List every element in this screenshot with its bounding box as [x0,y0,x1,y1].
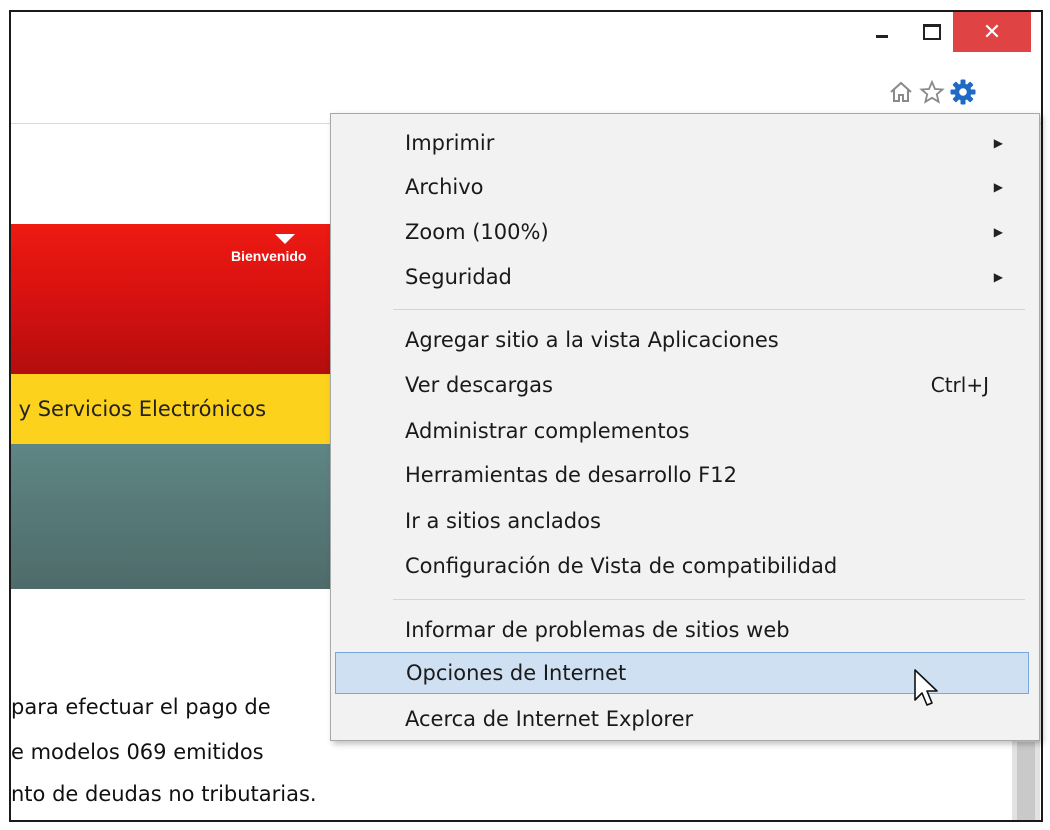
scrollbar-thumb[interactable] [1017,742,1035,820]
menu-item-label: Informar de problemas de sitios web [405,618,790,642]
hero-block [11,444,341,589]
menu-item-label: Acerca de Internet Explorer [405,707,694,731]
menu-separator [393,599,1025,600]
minimize-icon [876,34,888,38]
menu-item-label: Opciones de Internet [406,661,627,685]
close-icon: ✕ [982,19,1002,45]
menu-item-label: Agregar sitio a la vista Aplicaciones [405,328,779,352]
submenu-arrow-icon: ▶ [993,180,1003,194]
site-nav-bar[interactable]: s y Servicios Electrónicos [11,374,341,444]
favorites-star-icon[interactable] [918,78,946,106]
body-line-1: para efectuar el pago de [11,695,271,719]
menu-item-label: Seguridad [405,265,512,289]
site-header-banner [11,224,341,374]
menu-item-label: Archivo [405,175,484,199]
maximize-button[interactable] [907,12,957,52]
body-line-3: nto de deudas no tributarias. [11,782,317,806]
minimize-button[interactable] [857,12,907,52]
welcome-text: Bienvenido [231,248,307,264]
tools-menu: Imprimir ▶ Archivo ▶ Zoom (100%) ▶ Segur… [330,113,1040,741]
menu-shortcut: Ctrl+J [930,373,989,397]
body-line-2: e modelos 069 emitidos [11,740,264,764]
menu-item-zoom[interactable]: Zoom (100%) ▶ [393,211,1025,253]
menu-item-label: Configuración de Vista de compatibilidad [405,554,838,578]
menu-item-informar-problemas[interactable]: Informar de problemas de sitios web [393,609,1025,651]
menu-item-administrar-complementos[interactable]: Administrar complementos [393,410,1025,452]
menu-item-imprimir[interactable]: Imprimir ▶ [393,122,1025,164]
submenu-arrow-icon: ▶ [993,136,1003,150]
menu-item-seguridad[interactable]: Seguridad ▶ [393,256,1025,298]
menu-item-label: Herramientas de desarrollo F12 [405,463,737,487]
nav-text[interactable]: s y Servicios Electrónicos [11,397,266,421]
home-icon[interactable] [887,78,915,106]
submenu-arrow-icon: ▶ [993,270,1003,284]
menu-item-archivo[interactable]: Archivo ▶ [393,166,1025,208]
menu-item-ver-descargas[interactable]: Ver descargas Ctrl+J [393,364,1025,406]
menu-item-label: Imprimir [405,131,495,155]
menu-separator [393,309,1025,310]
menu-item-agregar-sitio[interactable]: Agregar sitio a la vista Aplicaciones [393,319,1025,361]
tools-gear-icon[interactable] [949,78,977,106]
menu-item-label: Administrar complementos [405,419,690,443]
menu-item-label: Ver descargas [405,373,553,397]
menu-item-herramientas-desarrollo[interactable]: Herramientas de desarrollo F12 [393,454,1025,496]
title-bar: ✕ [11,12,1041,82]
close-button[interactable]: ✕ [953,12,1031,52]
menu-item-label: Ir a sitios anclados [405,509,601,533]
menu-item-vista-compatibilidad[interactable]: Configuración de Vista de compatibilidad [393,545,1025,587]
maximize-icon [923,24,941,40]
mouse-pointer-icon [912,668,942,716]
dropdown-triangle-icon [275,234,295,244]
menu-item-label: Zoom (100%) [405,220,549,244]
menu-item-sitios-anclados[interactable]: Ir a sitios anclados [393,500,1025,542]
submenu-arrow-icon: ▶ [993,225,1003,239]
